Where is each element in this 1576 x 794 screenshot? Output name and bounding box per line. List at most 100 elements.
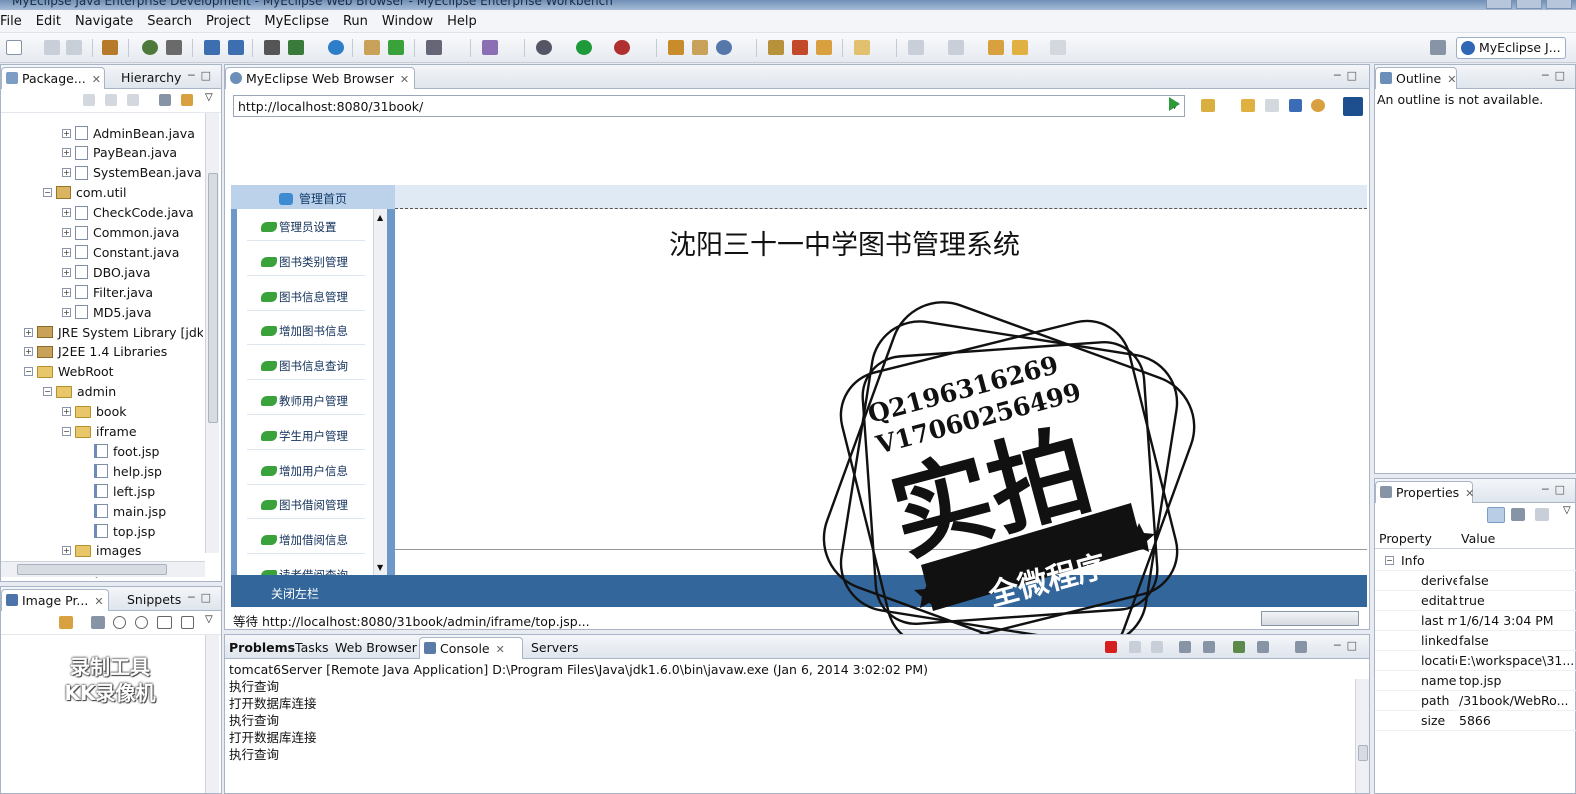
maximize-button[interactable]: [1516, 0, 1542, 9]
tree-item[interactable]: left.jsp: [94, 481, 155, 501]
admin-menu-item[interactable]: 图书信息管理: [247, 281, 365, 311]
next-annotation-icon[interactable]: [908, 40, 924, 55]
scroll-lock-icon[interactable]: [1203, 641, 1215, 653]
add-icon[interactable]: [388, 40, 404, 55]
zoom-out-icon[interactable]: [113, 616, 126, 629]
go-icon[interactable]: [1169, 97, 1180, 111]
property-row[interactable]: derive false: [1375, 571, 1576, 591]
up-icon[interactable]: [127, 94, 139, 106]
tree-item[interactable]: − com.util: [43, 183, 126, 203]
minimize-maximize-icons[interactable]: ─□: [1334, 69, 1363, 82]
admin-menu-item[interactable]: 图书信息查询: [247, 350, 365, 381]
tab-tasks[interactable]: Tasks: [289, 637, 335, 659]
minimize-maximize-icons[interactable]: ─□: [188, 591, 217, 604]
browser-refresh-icon[interactable]: [1311, 99, 1325, 112]
tree-item[interactable]: + Filter.java: [62, 282, 153, 302]
admin-menu-item[interactable]: 学生用户管理: [247, 420, 365, 450]
globe-icon[interactable]: [328, 40, 344, 55]
back-icon[interactable]: [1012, 40, 1028, 55]
menu-help[interactable]: Help: [440, 14, 484, 29]
left-menu-scrollbar[interactable]: ▲ ▼: [373, 209, 387, 575]
console-scroll-thumb[interactable]: [1358, 745, 1368, 761]
property-row[interactable]: path/31book/WebRo...: [1375, 691, 1576, 711]
minimize-maximize-icons[interactable]: ─□: [188, 69, 217, 82]
stop-icon[interactable]: [1289, 99, 1302, 112]
expand-icon[interactable]: +: [62, 287, 71, 297]
sync-icon[interactable]: [59, 616, 73, 629]
pin-icon[interactable]: [792, 40, 808, 55]
expand-icon[interactable]: +: [62, 168, 71, 178]
close-icon[interactable]: ✕: [400, 73, 409, 86]
menu-window[interactable]: Window: [375, 14, 440, 29]
tree-item[interactable]: + book: [62, 402, 126, 422]
collapse-icon[interactable]: −: [62, 427, 71, 436]
view-menu-icon[interactable]: ▽: [205, 92, 213, 103]
forward-icon[interactable]: [1050, 40, 1066, 55]
bug-icon[interactable]: [142, 40, 158, 55]
menu-run[interactable]: Run: [336, 14, 375, 29]
menu-search[interactable]: Search: [140, 14, 199, 29]
admin-menu-item[interactable]: 图书类别管理: [247, 246, 365, 276]
collapse-icon[interactable]: −: [1385, 556, 1394, 565]
tree-item[interactable]: top.jsp: [94, 521, 155, 541]
last-edit-icon[interactable]: [988, 40, 1004, 55]
tree-horizontal-scrollbar[interactable]: [1, 561, 205, 577]
run-server-icon[interactable]: [288, 40, 304, 55]
open-console-icon[interactable]: [1295, 641, 1307, 653]
wizard-icon[interactable]: [482, 40, 498, 55]
tree-item[interactable]: + PayBean.java: [62, 143, 177, 163]
collapse-icon[interactable]: −: [24, 367, 33, 377]
scroll-up-icon[interactable]: ▲: [377, 213, 383, 222]
prev-annotation-icon[interactable]: [948, 40, 964, 55]
property-row[interactable]: editab true: [1375, 591, 1576, 611]
collapse-all-icon[interactable]: [159, 94, 171, 106]
remove-all-icon[interactable]: [1151, 641, 1163, 653]
admin-home-header[interactable]: 管理首页: [231, 185, 395, 209]
tab-hierarchy[interactable]: Hierarchy: [105, 67, 187, 89]
property-row[interactable]: name top.jsp: [1375, 671, 1576, 691]
property-row[interactable]: locatioE:\workspace\31...: [1375, 651, 1576, 671]
hscroll-thumb[interactable]: [17, 564, 167, 575]
tab-console[interactable]: Console ✕: [419, 637, 523, 659]
minimize-button[interactable]: [1486, 0, 1512, 9]
favorites-icon[interactable]: [1201, 99, 1215, 112]
fit-window-icon[interactable]: [181, 616, 194, 629]
restore-default-icon[interactable]: [1535, 508, 1549, 521]
camera-icon[interactable]: [426, 40, 442, 55]
external-tools-icon[interactable]: [614, 40, 630, 55]
tree-item[interactable]: + J2EE 1.4 Libraries: [24, 342, 167, 362]
tab-servers[interactable]: Servers: [525, 637, 585, 659]
tab-web-browser[interactable]: MyEclipse Web Browser ✕: [225, 67, 415, 89]
close-icon[interactable]: ✕: [94, 595, 103, 608]
browser-forward-icon[interactable]: [1265, 99, 1279, 112]
new-icon[interactable]: [6, 40, 22, 55]
close-button[interactable]: [1546, 0, 1572, 9]
link-editor-icon[interactable]: [181, 94, 193, 106]
tree-item[interactable]: + CheckCode.java: [62, 203, 194, 223]
server-icon[interactable]: [166, 40, 182, 55]
actual-size-icon[interactable]: [157, 616, 172, 629]
fit-icon[interactable]: [91, 616, 105, 629]
tab-package-explorer[interactable]: Package... ✕: [1, 67, 105, 89]
debug-icon[interactable]: [536, 40, 552, 55]
deploy2-icon[interactable]: [228, 40, 244, 55]
tab-outline[interactable]: Outline ✕: [1375, 67, 1457, 89]
menu-myeclipse[interactable]: MyEclipse: [257, 14, 336, 29]
open-folder-icon[interactable]: [364, 40, 380, 55]
tree-item[interactable]: help.jsp: [94, 461, 162, 481]
back-arrow-icon[interactable]: [83, 94, 95, 106]
admin-menu-item[interactable]: 管理员设置: [247, 211, 365, 241]
scroll-down-icon[interactable]: ▼: [377, 563, 383, 572]
tree-item[interactable]: + SystemBean.java: [62, 163, 202, 183]
tree-item[interactable]: + Common.java: [62, 223, 179, 243]
expand-icon[interactable]: +: [62, 307, 71, 317]
package-icon[interactable]: [102, 40, 118, 55]
expand-icon[interactable]: +: [62, 228, 71, 237]
filter-icon[interactable]: [1511, 508, 1525, 521]
url-input[interactable]: http://localhost:8080/31book/▼: [233, 95, 1185, 117]
expand-icon[interactable]: +: [62, 148, 71, 158]
tree-item[interactable]: − WebRoot: [24, 362, 114, 382]
categories-icon[interactable]: [1487, 507, 1505, 523]
menu-edit[interactable]: Edit: [29, 14, 68, 29]
close-icon[interactable]: ✕: [1447, 73, 1456, 86]
